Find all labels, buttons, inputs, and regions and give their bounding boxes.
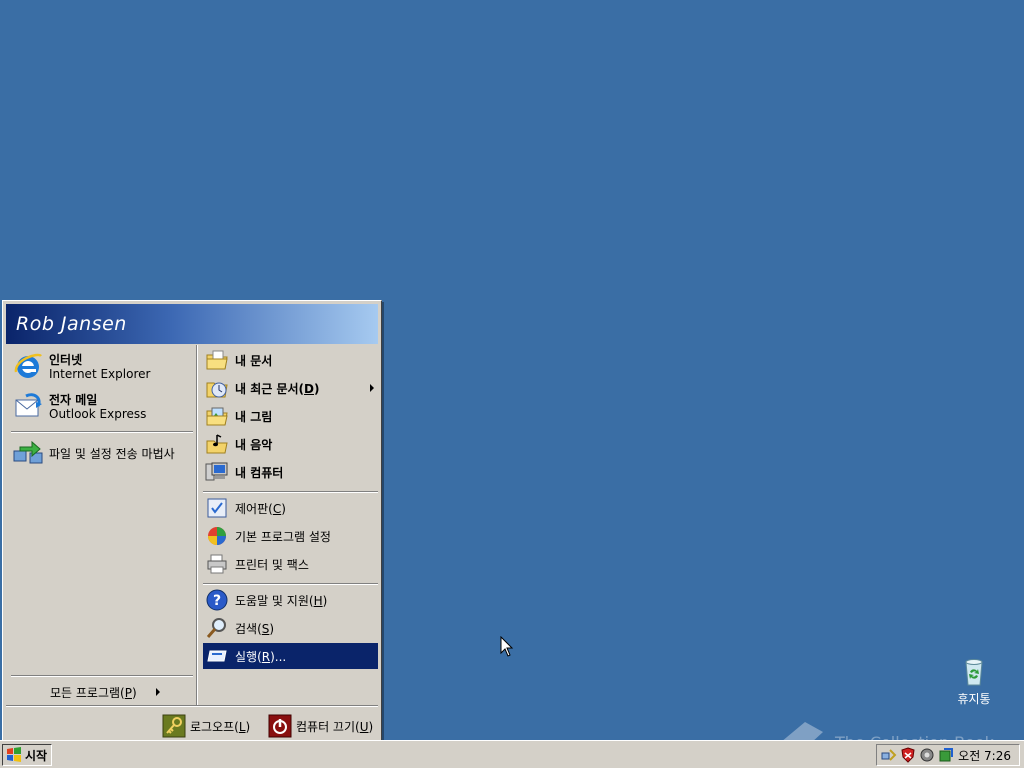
all-programs-text: 모든 프로그램( <box>50 686 125 700</box>
menu-item-search[interactable]: 검색(S) <box>203 615 378 641</box>
right-separator-1 <box>203 491 378 493</box>
my-computer-icon <box>205 460 229 484</box>
pinned-item-subtitle: Internet Explorer <box>49 367 151 381</box>
recent-item-transfer-wizard[interactable]: 파일 및 설정 전송 마법사 <box>12 437 175 469</box>
start-label: 시작 <box>25 748 48 763</box>
menu-item-label: 도움말 및 지원(H) <box>235 593 328 608</box>
pinned-item-subtitle: Outlook Express <box>49 407 147 421</box>
run-icon <box>205 644 229 668</box>
update-icon[interactable] <box>938 747 954 763</box>
menu-item-my-documents[interactable]: 내 문서 <box>203 347 378 373</box>
taskbar: 시작 오전 7:26 <box>0 740 1024 768</box>
menu-item-recent-documents[interactable]: 내 최근 문서(D) <box>203 375 378 401</box>
volume-icon[interactable] <box>919 747 935 763</box>
default-programs-icon <box>205 524 229 548</box>
clock[interactable]: 오전 7:26 <box>958 747 1011 764</box>
menu-item-label: 실행(R)... <box>235 649 287 664</box>
system-tray: 오전 7:26 <box>876 744 1020 766</box>
shutdown-label: 컴퓨터 끄기(U) <box>296 719 374 734</box>
internet-explorer-icon <box>12 350 44 382</box>
menu-item-run[interactable]: 실행(R)... <box>203 643 378 669</box>
menu-item-label: 내 문서 <box>235 353 273 368</box>
menu-item-label: 내 음악 <box>235 437 273 452</box>
key-icon <box>162 714 186 738</box>
menu-item-label: 검색(S) <box>235 621 275 636</box>
all-programs-arrow-icon <box>156 688 160 696</box>
menu-item-default-programs[interactable]: 기본 프로그램 설정 <box>203 523 378 549</box>
column-separator <box>196 345 198 705</box>
pinned-item-title: 전자 메일 <box>49 393 98 407</box>
menu-item-printers[interactable]: 프린터 및 팩스 <box>203 551 378 577</box>
outlook-express-icon <box>12 390 44 422</box>
recent-documents-icon <box>205 376 229 400</box>
menu-item-label: 프린터 및 팩스 <box>235 557 309 572</box>
menu-item-my-pictures[interactable]: 내 그림 <box>203 403 378 429</box>
pinned-item-title: 인터넷 <box>49 353 83 367</box>
my-documents-icon <box>205 348 229 372</box>
start-button[interactable]: 시작 <box>2 744 52 766</box>
start-menu-right-column: 내 문서 내 최근 문서(D) 내 그림 내 음악 내 컴퓨터 제어판(C) 기… <box>199 345 378 705</box>
menu-item-control-panel[interactable]: 제어판(C) <box>203 495 378 521</box>
mouse-cursor-icon <box>500 635 514 661</box>
menu-item-label: 내 그림 <box>235 409 273 424</box>
control-panel-icon <box>205 496 229 520</box>
user-name: Rob Jansen <box>16 313 127 335</box>
menu-item-label: 내 컴퓨터 <box>235 465 284 480</box>
start-menu-left-column: 인터넷 Internet Explorer 전자 메일 Outlook Expr… <box>6 345 194 705</box>
logoff-label: 로그오프(L) <box>190 719 251 734</box>
recycle-bin[interactable]: 휴지통 <box>948 656 1000 707</box>
shutdown-button[interactable]: 컴퓨터 끄기(U) <box>268 714 373 738</box>
menu-item-label: 내 최근 문서(D) <box>235 381 320 396</box>
all-programs-button[interactable]: 모든 프로그램(P) <box>50 684 137 701</box>
menu-item-label: 기본 프로그램 설정 <box>235 529 331 544</box>
recent-item-label: 파일 및 설정 전송 마법사 <box>49 446 175 461</box>
svg-text:?: ? <box>213 593 221 609</box>
submenu-arrow-icon <box>370 384 374 392</box>
windows-logo-icon <box>6 747 22 763</box>
printer-icon <box>205 552 229 576</box>
my-pictures-icon <box>205 404 229 428</box>
power-icon <box>268 714 292 738</box>
start-menu-header: Rob Jansen <box>6 304 378 344</box>
all-programs-suffix: ) <box>132 686 137 700</box>
network-icon[interactable] <box>881 747 897 763</box>
pinned-item-internet[interactable]: 인터넷 Internet Explorer <box>12 350 150 382</box>
recycle-bin-label: 휴지통 <box>957 692 991 706</box>
my-music-icon <box>205 432 229 456</box>
recycle-bin-icon <box>958 656 990 688</box>
menu-item-label: 제어판(C) <box>235 501 286 516</box>
start-menu: Rob Jansen 인터넷 Internet Explorer 전자 메일 O… <box>2 300 382 744</box>
search-icon <box>205 616 229 640</box>
pinned-separator <box>11 431 193 433</box>
menu-item-help[interactable]: ? 도움말 및 지원(H) <box>203 587 378 613</box>
menu-item-my-music[interactable]: 내 음악 <box>203 431 378 457</box>
security-shield-icon[interactable] <box>900 747 916 763</box>
help-icon: ? <box>205 588 229 612</box>
logoff-button[interactable]: 로그오프(L) <box>162 714 250 738</box>
transfer-wizard-icon <box>12 437 44 469</box>
right-separator-2 <box>203 583 378 585</box>
start-menu-footer: 로그오프(L) 컴퓨터 끄기(U) <box>6 706 378 741</box>
menu-item-my-computer[interactable]: 내 컴퓨터 <box>203 459 378 485</box>
all-programs-key: P <box>124 686 132 700</box>
all-programs-separator <box>11 675 193 677</box>
pinned-item-email[interactable]: 전자 메일 Outlook Express <box>12 390 146 422</box>
